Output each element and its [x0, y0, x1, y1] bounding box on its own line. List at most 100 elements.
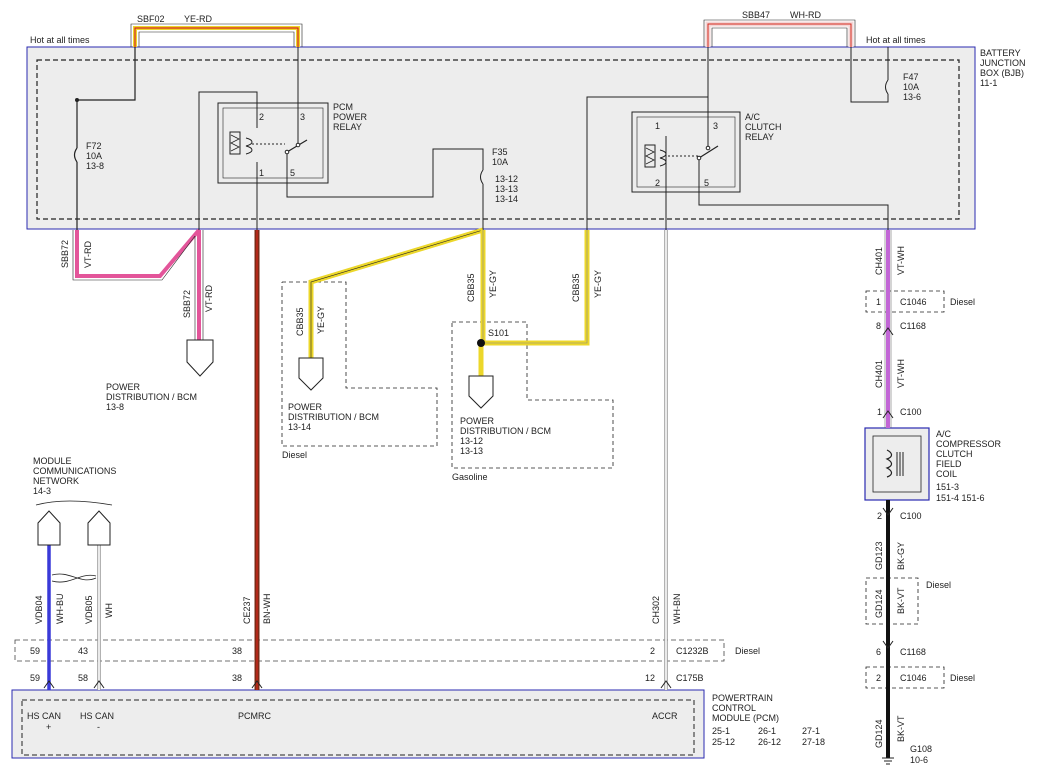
mcn-label-3: NETWORK: [33, 476, 79, 486]
mcn-connector-2: [87, 510, 111, 546]
gasoline-region-label: Gasoline: [452, 472, 488, 482]
ac-relay-label-3: RELAY: [745, 132, 774, 142]
ac-relay-pin-5: 5: [704, 178, 709, 188]
vt-rd-label-left: VT-RD: [83, 240, 93, 268]
c1232b-strip: [14, 639, 725, 662]
sbb72-label-right: SBB72: [182, 290, 192, 318]
c1046-top-label: C1046: [900, 297, 927, 307]
vt-wh-label-2: VT-WH: [896, 359, 906, 388]
ye-gy-label-2: YE-GY: [488, 270, 498, 298]
f72-ref: 13-8: [86, 161, 104, 171]
c1046-top-pin: 1: [876, 297, 881, 307]
ch302-label: CH302: [651, 596, 661, 624]
pcm-ref-2: 26-1: [758, 726, 776, 736]
c175b-label: C175B: [676, 673, 704, 683]
f47-amp: 10A: [903, 82, 919, 92]
pd-bcm-3-c: 13-12: [460, 436, 483, 446]
wh-bu-label: WH-BU: [55, 594, 65, 625]
bk-vt-label-1: BK-VT: [896, 587, 906, 614]
pcm-ref-3: 27-1: [802, 726, 820, 736]
hs-can-minus-sign: -: [97, 722, 100, 732]
ch401-label-1: CH401: [874, 247, 884, 275]
bk-gy-label: BK-GY: [896, 542, 906, 570]
ac-relay-pin-3: 3: [713, 121, 718, 131]
bjb-label-1: BATTERY: [980, 48, 1021, 58]
f35-ref-2: 13-13: [495, 184, 518, 194]
ac-coil-label-2: COMPRESSOR: [936, 439, 1002, 449]
mcn-connector-1: [37, 510, 61, 546]
pcm-module-label-3: MODULE (PCM): [712, 713, 779, 723]
f47-label: F47: [903, 72, 919, 82]
sbb47-label: SBB47: [742, 10, 770, 20]
mcn-label-2: COMMUNICATIONS: [33, 466, 116, 476]
pd-bcm-3-d: 13-13: [460, 446, 483, 456]
c1232b-pin-43: 43: [78, 646, 88, 656]
ac-relay-label-1: A/C: [745, 112, 761, 122]
f72-amp: 10A: [86, 151, 102, 161]
bjb-label-3: BOX (BJB): [980, 68, 1024, 78]
c1046-bottom-label: C1046: [900, 673, 927, 683]
pcm-ref-6: 27-18: [802, 737, 825, 747]
f35-ref-1: 13-12: [495, 174, 518, 184]
pcm-relay-label-3: RELAY: [333, 122, 362, 132]
c1168-top-pin: 8: [876, 321, 881, 331]
c175b-pin-38: 38: [232, 673, 242, 683]
bjb-label-4: 11-1: [980, 78, 997, 88]
c100-top-pin: 1: [877, 407, 882, 417]
pcm-relay-label-1: PCM: [333, 102, 353, 112]
ac-coil-label-1: A/C: [936, 429, 952, 439]
ye-rd-top-label: YE-RD: [184, 14, 213, 24]
s101-label: S101: [488, 328, 509, 338]
gd123-label: GD123: [874, 541, 884, 570]
c100-bottom-label: C100: [900, 511, 922, 521]
ac-relay-label-2: CLUTCH: [745, 122, 782, 132]
pd-bcm-1-c: 13-8: [106, 402, 124, 412]
pcm-ref-5: 26-12: [758, 737, 781, 747]
c1168-bottom-label: C1168: [900, 647, 926, 657]
pd-bcm-2-a: POWER: [288, 402, 323, 412]
c175b-pin-12: 12: [645, 673, 655, 683]
pcm-module-label-2: CONTROL: [712, 703, 756, 713]
cbb35-label-3: CBB35: [571, 273, 581, 302]
c1232b-diesel: Diesel: [735, 646, 760, 656]
pd-bcm-3-b: DISTRIBUTION / BCM: [460, 426, 551, 436]
c1046-top-diesel: Diesel: [950, 297, 975, 307]
c175b-pin-59: 59: [30, 673, 40, 683]
s101-splice: [477, 339, 485, 347]
f47-ref: 13-6: [903, 92, 921, 102]
gd124-label-2: GD124: [874, 719, 884, 748]
ac-coil-label-5: COIL: [936, 469, 957, 479]
pd-bcm-1-a: POWER: [106, 382, 141, 392]
g108-label: G108: [910, 744, 932, 754]
pcm-relay-pin-5: 5: [290, 168, 295, 178]
wiring-diagram: Hot at all times Hot at all times SBF02 …: [11, 10, 1026, 765]
bn-wh-label: BN-WH: [262, 594, 272, 625]
c1168-top-label: C1168: [900, 321, 926, 331]
mcn-label-1: MODULE: [33, 456, 72, 466]
bjb-label-2: JUNCTION: [980, 58, 1026, 68]
c175b-pin-58: 58: [78, 673, 88, 683]
f35-amp: 10A: [492, 157, 508, 167]
hs-can-minus-label: HS CAN: [80, 711, 114, 721]
ac-relay-pin-2: 2: [655, 178, 660, 188]
ac-coil-label-4: FIELD: [936, 459, 962, 469]
c1232b-pin-38: 38: [232, 646, 242, 656]
bcm-connector-3: [468, 375, 494, 409]
hot-right: Hot at all times: [866, 35, 926, 45]
bcm-connector-1: [186, 339, 214, 377]
pcmrc-label: PCMRC: [238, 711, 271, 721]
cbb35-label-2: CBB35: [466, 273, 476, 302]
ac-coil-ref-2: 151-4 151-6: [936, 493, 985, 503]
bk-vt-label-2: BK-VT: [896, 715, 906, 742]
pcm-relay-pin-3: 3: [300, 112, 305, 122]
c1046-bottom-pin: 2: [876, 673, 881, 683]
ye-gy-label-1: YE-GY: [316, 306, 326, 334]
g108-ref: 10-6: [910, 755, 928, 765]
pd-bcm-2-b: DISTRIBUTION / BCM: [288, 412, 379, 422]
sbf02-label: SBF02: [137, 14, 165, 24]
diesel-region-label: Diesel: [282, 450, 307, 460]
c1232b-pin-2: 2: [650, 646, 655, 656]
wh-bn-label: WH-BN: [672, 594, 682, 625]
vdb05-label: VDB05: [84, 595, 94, 624]
pcm-relay-label-2: POWER: [333, 112, 368, 122]
